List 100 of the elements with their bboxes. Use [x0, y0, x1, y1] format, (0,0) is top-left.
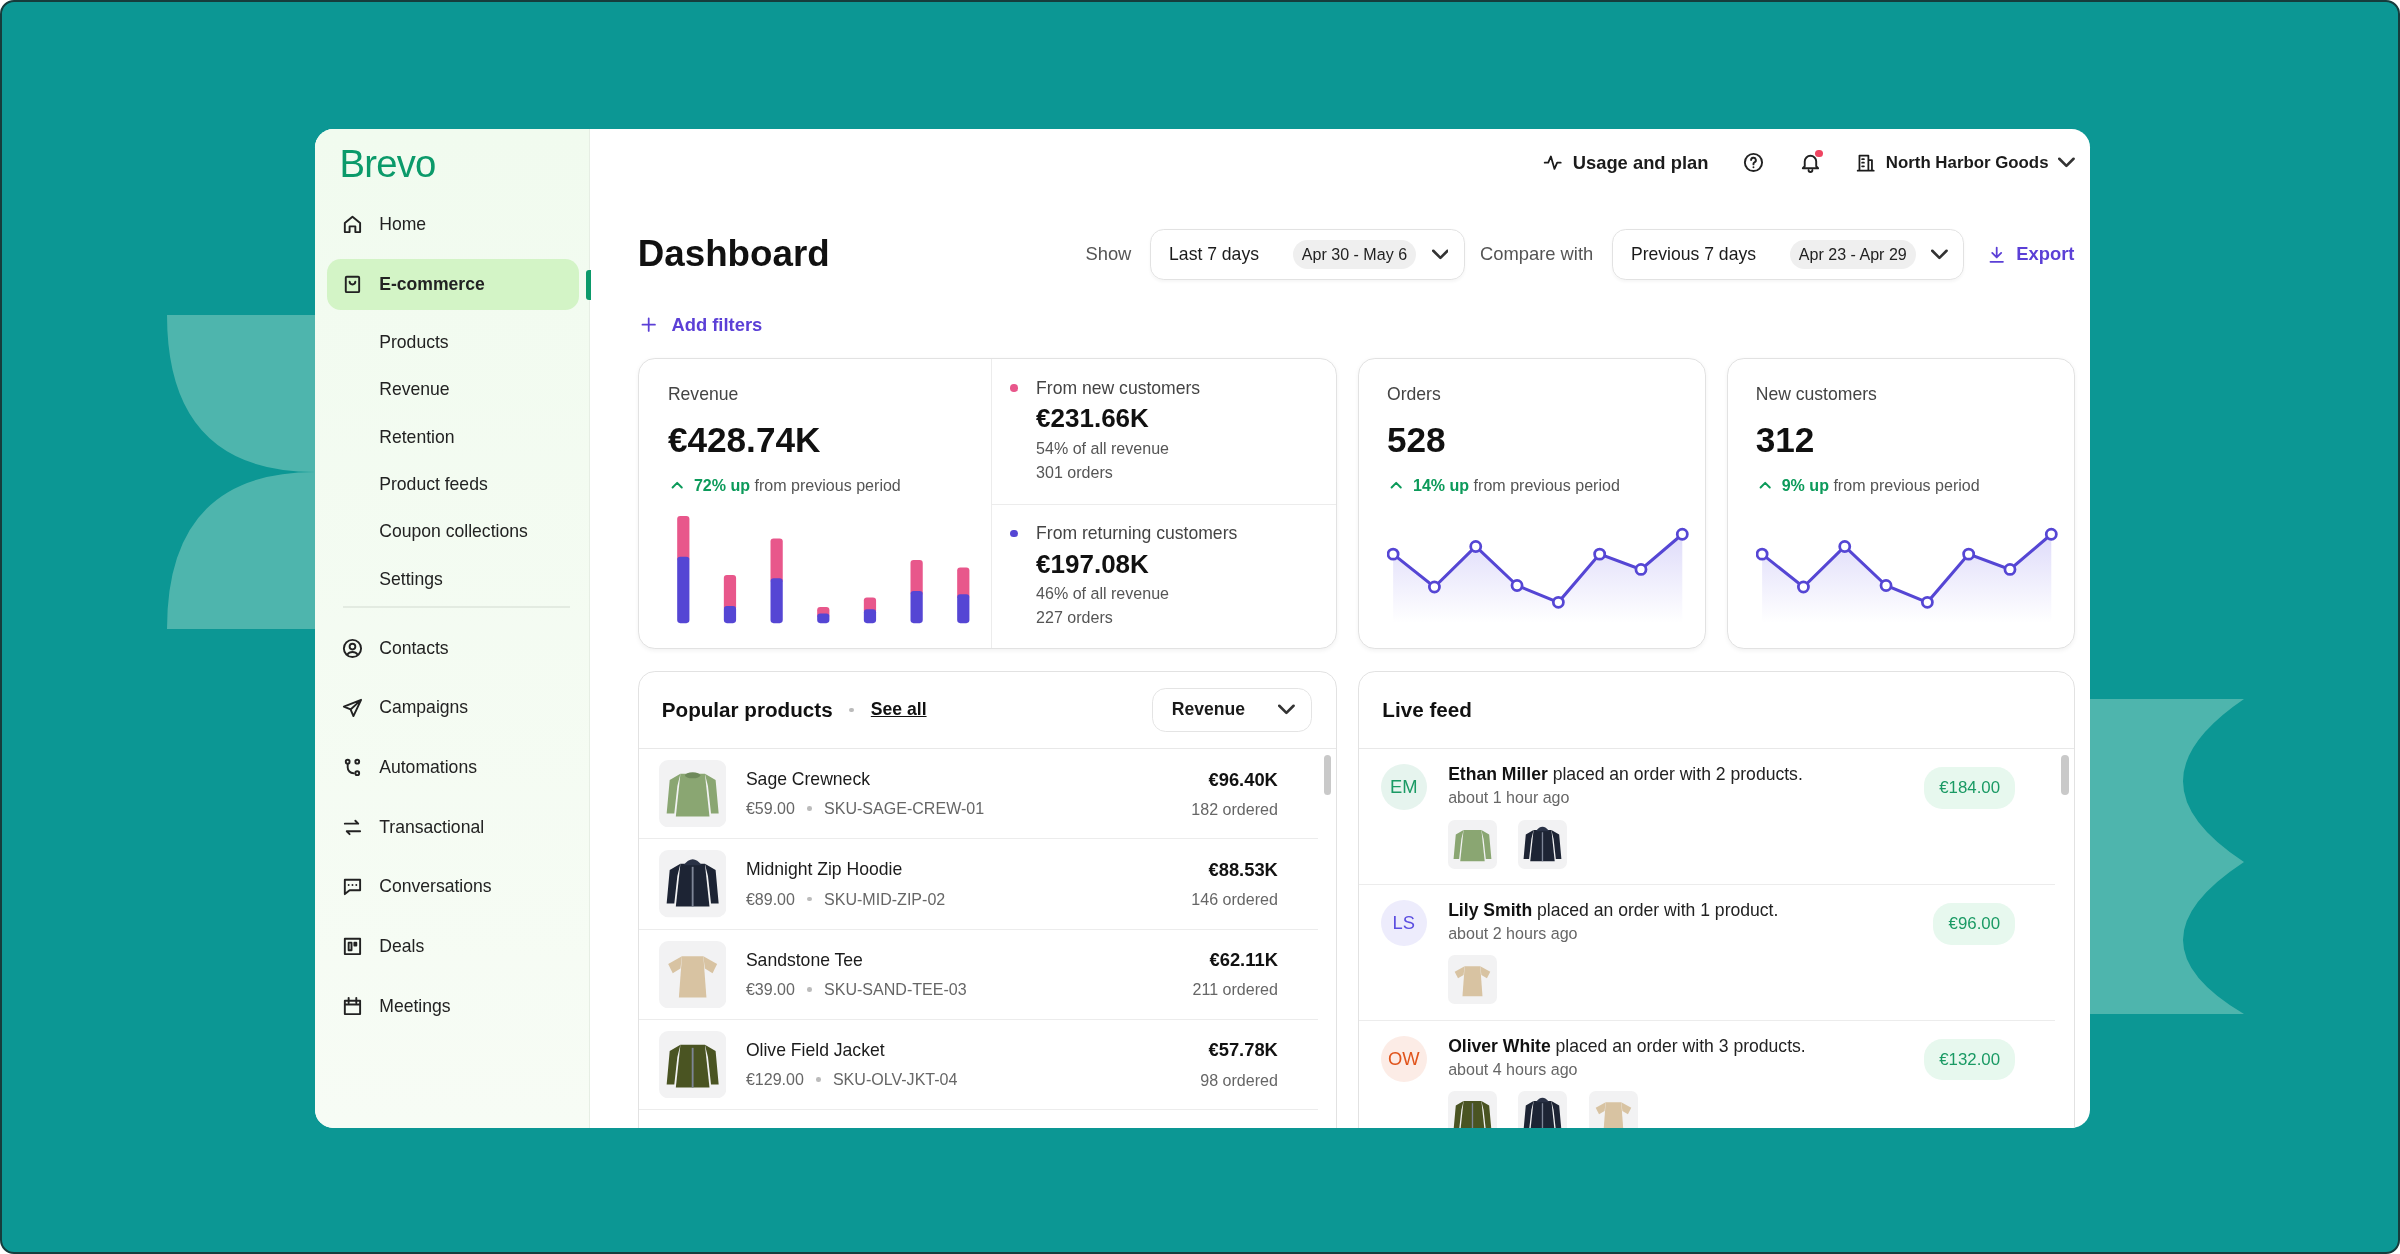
scrollbar[interactable] — [2061, 755, 2069, 795]
card-value: 312 — [1755, 420, 1816, 461]
chevron-down-icon — [2057, 157, 2075, 168]
nav-item[interactable]: Campaigns — [327, 682, 579, 734]
nav-subitem[interactable]: Revenue — [327, 366, 579, 414]
paper-plane-icon — [341, 696, 364, 720]
product-revenue: €57.78K — [1207, 1039, 1278, 1062]
product-price: €89.00 — [745, 889, 795, 909]
change-text: 9% up from previous period — [1781, 475, 1980, 495]
scrollbar[interactable] — [1323, 755, 1332, 795]
order-amount: €96.00 — [1933, 903, 2016, 945]
sort-select[interactable]: Revenue — [1152, 687, 1312, 732]
stacked-bar — [817, 606, 830, 624]
chevron-down-icon — [1431, 249, 1449, 260]
data-point — [1675, 527, 1689, 541]
data-point — [1920, 595, 1934, 609]
data-point — [1510, 579, 1524, 592]
data-point — [1634, 563, 1648, 576]
product-name: Midnight Zip Hoodie — [745, 859, 904, 881]
stacked-bar — [723, 574, 736, 624]
product-row[interactable]: Sandstone Tee €39.00 SKU-SAND-TEE-03 €62.11K 211 ordered — [638, 929, 1318, 1020]
nav-item[interactable]: Deals — [327, 921, 579, 972]
date-range: Apr 23 - Apr 29 — [1789, 240, 1916, 269]
workspace-menu[interactable]: North Harbor Goods — [1855, 151, 2075, 174]
active-indicator — [586, 269, 591, 301]
segment-share: 46% of all revenue — [1036, 584, 1170, 604]
period-select[interactable]: Last 7 days Apr 30 - May 6 — [1149, 229, 1465, 280]
nav-item[interactable]: Conversations — [327, 861, 579, 913]
avatar: EM — [1380, 764, 1427, 811]
product-sku: SKU-SAGE-CREW-01 — [824, 799, 985, 819]
nav-subitem[interactable]: Retention — [327, 413, 579, 461]
product-revenue: €62.11K — [1208, 949, 1278, 972]
order-amount: €184.00 — [1923, 767, 2016, 809]
card-label: Revenue — [667, 383, 740, 405]
data-point — [1427, 580, 1441, 594]
nav-subitem[interactable]: Settings — [327, 555, 579, 604]
compare-label: Compare with — [1479, 243, 1594, 266]
product-sku: SKU-SAND-TEE-03 — [824, 979, 967, 999]
chevron-down-icon — [1931, 249, 1949, 260]
nav-subitem[interactable]: Product feeds — [327, 460, 579, 509]
calendar-icon — [341, 994, 364, 1018]
nav-item[interactable]: Automations — [327, 742, 579, 793]
nav-subitem[interactable]: Products — [327, 318, 579, 367]
nav-subitem[interactable]: Coupon collections — [327, 508, 579, 556]
segment-label: From new customers — [1036, 377, 1201, 399]
help-icon[interactable] — [1742, 151, 1765, 175]
segment-orders: 301 orders — [1036, 462, 1114, 482]
feed-time: about 1 hour ago — [1448, 788, 1571, 808]
nav-item[interactable]: Meetings — [327, 981, 579, 1032]
product-row[interactable]: Sage Crewneck €59.00 SKU-SAGE-CREW-01 €96.40K 182 ordered — [638, 749, 1318, 840]
panel-title: Popular products — [661, 697, 833, 722]
data-point — [1838, 540, 1851, 553]
product-revenue: €88.53K — [1207, 858, 1278, 881]
product-row[interactable]: Olive Field Jacket €129.00 SKU-OLV-JKT-04 €57.78K 98 ordered — [638, 1019, 1318, 1111]
nav-item[interactable]: Home — [327, 199, 579, 250]
card-label: New customers — [1755, 383, 1878, 405]
avatar: OW — [1380, 1035, 1427, 1082]
feed-message: Oliver White placed an order with 3 products. — [1448, 1035, 1807, 1057]
order-count: 211 ordered — [1192, 980, 1278, 1000]
data-point — [1469, 540, 1483, 553]
nav-item[interactable]: E-commerce — [327, 259, 579, 310]
card-value: 528 — [1386, 420, 1447, 461]
segment-share: 54% of all revenue — [1036, 438, 1170, 458]
order-count: 98 ordered — [1200, 1070, 1278, 1090]
feed-time: about 4 hours ago — [1448, 1060, 1579, 1079]
product-name: Sage Crewneck — [745, 769, 871, 791]
order-count: 182 ordered — [1191, 799, 1278, 819]
segment-value: €197.08K — [1036, 548, 1150, 580]
data-point — [1796, 580, 1810, 594]
card-value: €428.74K — [667, 420, 822, 461]
product-sku: SKU-OLV-JKT-04 — [832, 1070, 958, 1090]
segment-orders: 227 orders — [1036, 607, 1114, 627]
export-button[interactable]: Export — [1985, 243, 2075, 266]
segment-value: €231.66K — [1036, 403, 1150, 435]
see-all-link[interactable]: See all — [870, 699, 927, 721]
chevron-down-icon — [1278, 704, 1296, 716]
stacked-bar — [957, 567, 970, 624]
card-label: Orders — [1386, 383, 1442, 405]
add-filters-button[interactable]: Add filters — [637, 306, 763, 344]
stacked-bar — [863, 597, 876, 624]
change-text: 14% up from previous period — [1412, 475, 1620, 495]
stacked-bar — [910, 559, 923, 624]
feed-message: Lily Smith placed an order with 1 product. — [1448, 900, 1780, 922]
product-name: Sandstone Tee — [745, 949, 864, 971]
product-revenue: €96.40K — [1207, 768, 1278, 791]
show-label: Show — [1085, 243, 1132, 266]
panel-title: Live feed — [1382, 697, 1472, 722]
product-name: Olive Field Jacket — [745, 1039, 886, 1061]
product-sku: SKU-MID-ZIP-02 — [824, 889, 946, 909]
data-point — [1961, 547, 1975, 561]
segment-label: From returning customers — [1036, 523, 1238, 545]
product-row[interactable]: Midnight Zip Hoodie €89.00 SKU-MID-ZIP-02 €88.53K 146 ordered — [638, 839, 1318, 930]
compare-select[interactable]: Previous 7 days Apr 23 - Apr 29 — [1611, 229, 1965, 280]
feed-message: Ethan Miller placed an order with 2 products. — [1448, 764, 1804, 786]
product-price: €59.00 — [745, 799, 795, 819]
data-point — [1755, 547, 1769, 561]
data-point — [1386, 547, 1400, 561]
usage-link[interactable]: Usage and plan — [1542, 151, 1709, 174]
nav-item[interactable]: Contacts — [327, 623, 579, 674]
nav-item[interactable]: Transactional — [327, 802, 579, 853]
